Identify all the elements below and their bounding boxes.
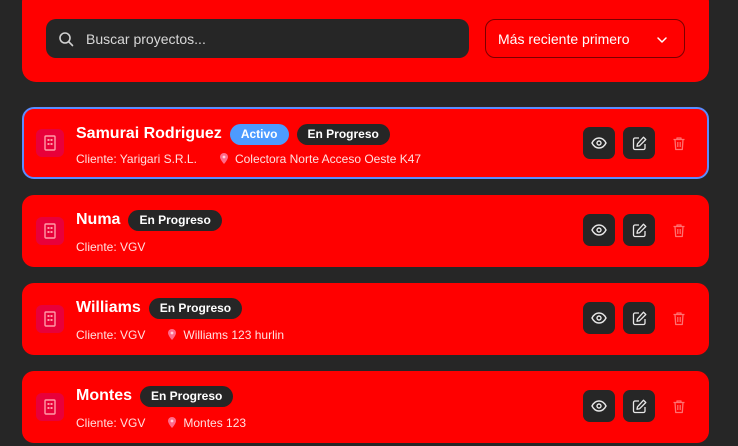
building-icon [36, 129, 64, 157]
eye-icon [591, 137, 607, 149]
card-title-row: Montes En Progreso [76, 385, 234, 407]
map-pin-icon [167, 417, 177, 429]
project-name: Williams [76, 299, 141, 316]
project-name: Samurai Rodriguez [76, 125, 222, 142]
edit-icon [632, 311, 646, 325]
client-label: Cliente: Yarigari S.R.L. [76, 152, 197, 166]
card-actions [583, 390, 695, 422]
card-title-row: Samurai Rodriguez Activo En Progreso [76, 123, 390, 145]
edit-button[interactable] [623, 127, 655, 159]
card-title-row: Williams En Progreso [76, 297, 243, 319]
location-label: Williams 123 hurlin [183, 328, 285, 342]
eye-icon [591, 312, 607, 324]
project-card[interactable]: Numa En Progreso Cliente: VGV [22, 195, 709, 267]
view-button[interactable] [583, 127, 615, 159]
building-icon [36, 393, 64, 421]
sort-select-value: Más reciente primero [498, 30, 630, 47]
client-label: Cliente: VGV [76, 240, 146, 254]
view-button[interactable] [583, 390, 615, 422]
card-title-row: Numa En Progreso [76, 209, 222, 231]
card-actions [583, 127, 695, 159]
eye-icon [591, 224, 607, 236]
delete-button[interactable] [663, 302, 695, 334]
edit-icon [632, 223, 646, 237]
project-card[interactable]: Williams En Progreso Cliente: VGV Willia… [22, 283, 709, 355]
active-badge: Activo [229, 123, 289, 145]
view-button[interactable] [583, 302, 615, 334]
status-badge: En Progreso [148, 297, 243, 319]
view-button[interactable] [583, 214, 615, 246]
delete-button[interactable] [663, 214, 695, 246]
status-badge: En Progreso [140, 385, 234, 407]
chevron-down-icon [657, 37, 667, 43]
edit-button[interactable] [623, 214, 655, 246]
edit-button[interactable] [623, 302, 655, 334]
location-label: Colectora Norte Acceso Oeste K47 [234, 152, 422, 166]
trash-icon [673, 223, 685, 237]
card-actions [583, 302, 695, 334]
project-card[interactable]: Samurai Rodriguez Activo En Progreso Cli… [22, 107, 709, 179]
eye-icon [591, 400, 607, 412]
building-icon [36, 217, 64, 245]
status-badge: En Progreso [128, 209, 222, 231]
building-icon [36, 305, 64, 333]
map-pin-icon [167, 329, 177, 341]
client-label: Cliente: VGV [76, 416, 146, 430]
trash-icon [673, 311, 685, 325]
delete-button[interactable] [663, 127, 695, 159]
card-actions [583, 214, 695, 246]
edit-button[interactable] [623, 390, 655, 422]
search-box[interactable] [46, 19, 469, 58]
status-badge: En Progreso [296, 123, 390, 145]
filter-panel: Más reciente primero [22, 0, 709, 82]
card-meta: Cliente: VGV [76, 239, 145, 255]
search-icon [59, 32, 74, 47]
edit-icon [632, 399, 646, 413]
project-card[interactable]: Montes En Progreso Cliente: VGV Montes 1… [22, 371, 709, 443]
project-name: Montes [76, 387, 132, 404]
sort-select[interactable]: Más reciente primero [485, 19, 685, 58]
search-input[interactable] [86, 19, 456, 58]
project-name: Numa [76, 211, 121, 228]
card-meta: Cliente: VGV Williams 123 hurlin [76, 327, 284, 343]
client-label: Cliente: VGV [76, 328, 146, 342]
delete-button[interactable] [663, 390, 695, 422]
trash-icon [673, 136, 685, 150]
location-label: Montes 123 [183, 416, 247, 430]
card-meta: Cliente: VGV Montes 123 [76, 415, 246, 431]
edit-icon [632, 136, 646, 150]
card-meta: Cliente: Yarigari S.R.L. Colectora Norte… [76, 151, 421, 167]
trash-icon [673, 399, 685, 413]
map-pin-icon [219, 153, 229, 165]
